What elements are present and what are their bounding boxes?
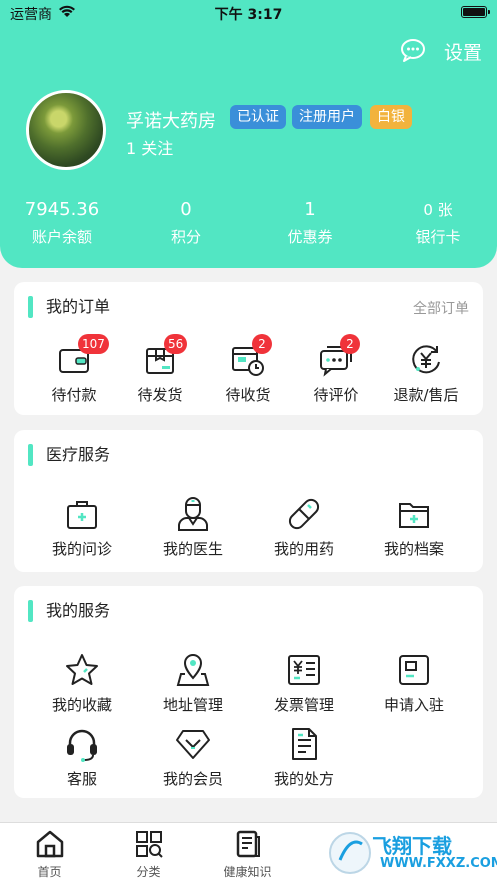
service-doctor[interactable]: 我的医生 [147,496,239,559]
folder-plus-icon [399,503,429,528]
message-icon[interactable] [400,38,426,62]
service-records[interactable]: 我的档案 [368,496,460,559]
tab-label: 分类 [136,865,161,879]
apply-icon [399,655,429,685]
all-orders-link[interactable]: 全部订单 [413,298,469,318]
medical-services-card: 医疗服务 我的问诊 我的医生 我的用药 我的档案 [14,430,483,572]
service-medication[interactable]: 我的用药 [258,496,350,559]
service-membership[interactable]: 我的会员 [147,726,239,789]
item-label: 待发货 [137,386,183,404]
item-label: 我的处方 [273,770,334,788]
stat-coupons[interactable]: 1 优惠券 [248,198,372,247]
stat-label: 银行卡 [415,228,461,246]
stat-bank-cards[interactable]: 0 张 银行卡 [376,198,497,247]
item-label: 我的收藏 [51,696,112,714]
stat-balance[interactable]: 7945.36 账户余额 [0,198,124,247]
settings-button[interactable]: 设置 [444,38,482,65]
item-label: 我的医生 [162,540,223,558]
medical-kit-icon [67,501,97,529]
tab-category[interactable]: 分类 [99,829,198,880]
doctor-icon [178,497,208,531]
refund-yen-icon [412,345,440,374]
home-icon [36,830,63,858]
medical-title: 医疗服务 [28,444,110,466]
tab-health-knowledge[interactable]: 健康知识 [198,829,297,880]
badge-count: 2 [340,334,360,354]
order-pending-shipment[interactable]: 56 待发货 [114,334,206,405]
status-bar: 运营商 下午 3:17 [0,0,497,26]
avatar[interactable] [26,90,106,170]
order-refund[interactable]: 退款/售后 [380,342,472,405]
item-label: 发票管理 [273,696,334,714]
clock: 下午 3:17 [214,7,283,23]
stat-value: 0 张 [423,201,453,219]
item-label: 地址管理 [162,696,223,714]
service-customer-support[interactable]: 客服 [36,726,128,789]
stat-value: 1 [304,199,316,220]
stat-points[interactable]: 0 积分 [124,198,248,247]
tab-label: 首页 [37,865,62,879]
star-icon [66,654,98,685]
stat-value: 0 [180,199,192,220]
item-label: 待评价 [313,386,359,404]
item-label: 退款/售后 [393,386,459,404]
badge-count: 2 [252,334,272,354]
registered-badge: 注册用户 [292,105,362,129]
stat-label: 账户余额 [31,228,92,246]
orders-title: 我的订单 [28,296,110,318]
prescription-icon [292,728,317,760]
item-label: 我的档案 [383,540,444,558]
service-apply[interactable]: 申请入驻 [368,652,460,715]
item-label: 我的用药 [273,540,334,558]
service-prescription[interactable]: 我的处方 [258,726,350,789]
item-label: 待付款 [51,386,97,404]
item-label: 申请入驻 [383,696,444,714]
follow-count[interactable]: 1 关注 [126,135,173,159]
profile-header: 运营商 下午 3:17 设置 孚诺大药房 已认证 注册用户 白银 1 关注 79… [0,0,497,268]
map-pin-icon [176,654,210,686]
service-consultation[interactable]: 我的问诊 [36,496,128,559]
item-label: 我的会员 [162,770,223,788]
stat-label: 优惠券 [287,228,333,246]
headset-icon [67,729,97,762]
stat-label: 积分 [170,228,201,246]
item-label: 我的问诊 [51,540,112,558]
my-services-card: 我的服务 我的收藏 地址管理 发票管理 申请入驻 客服 我的会员 我的处方 [14,586,483,798]
pill-icon [288,498,320,530]
watermark-url: WWW.FXXZ.COM [380,856,497,871]
watermark-text: 飞翔下载 [372,834,452,858]
stat-value: 7945.36 [24,199,100,220]
item-label: 待收货 [225,386,271,404]
services-title: 我的服务 [28,600,110,622]
order-pending-receipt[interactable]: 2 待收货 [202,334,294,405]
order-pending-payment[interactable]: 107 待付款 [28,334,120,405]
badge-count: 107 [78,334,109,354]
orders-card: 我的订单 全部订单 107 待付款 56 待发货 2 待收货 2 待评价 退款/… [14,282,483,415]
tab-home[interactable]: 首页 [0,829,99,880]
level-badge: 白银 [370,105,412,129]
verified-badge: 已认证 [230,105,286,129]
order-pending-review[interactable]: 2 待评价 [290,334,382,405]
item-label: 客服 [66,770,97,788]
service-address[interactable]: 地址管理 [147,652,239,715]
badge-count: 56 [164,334,188,354]
tab-label: 健康知识 [223,865,272,879]
account-stats: 7945.36 账户余额 0 积分 1 优惠券 0 张 银行卡 [0,198,497,250]
service-favorites[interactable]: 我的收藏 [36,652,128,715]
category-icon [135,831,163,858]
service-invoice[interactable]: 发票管理 [258,652,350,715]
book-icon [236,830,260,858]
diamond-icon [176,730,210,759]
invoice-icon [288,655,320,685]
battery-icon [461,6,490,18]
username: 孚诺大药房 [126,111,216,132]
